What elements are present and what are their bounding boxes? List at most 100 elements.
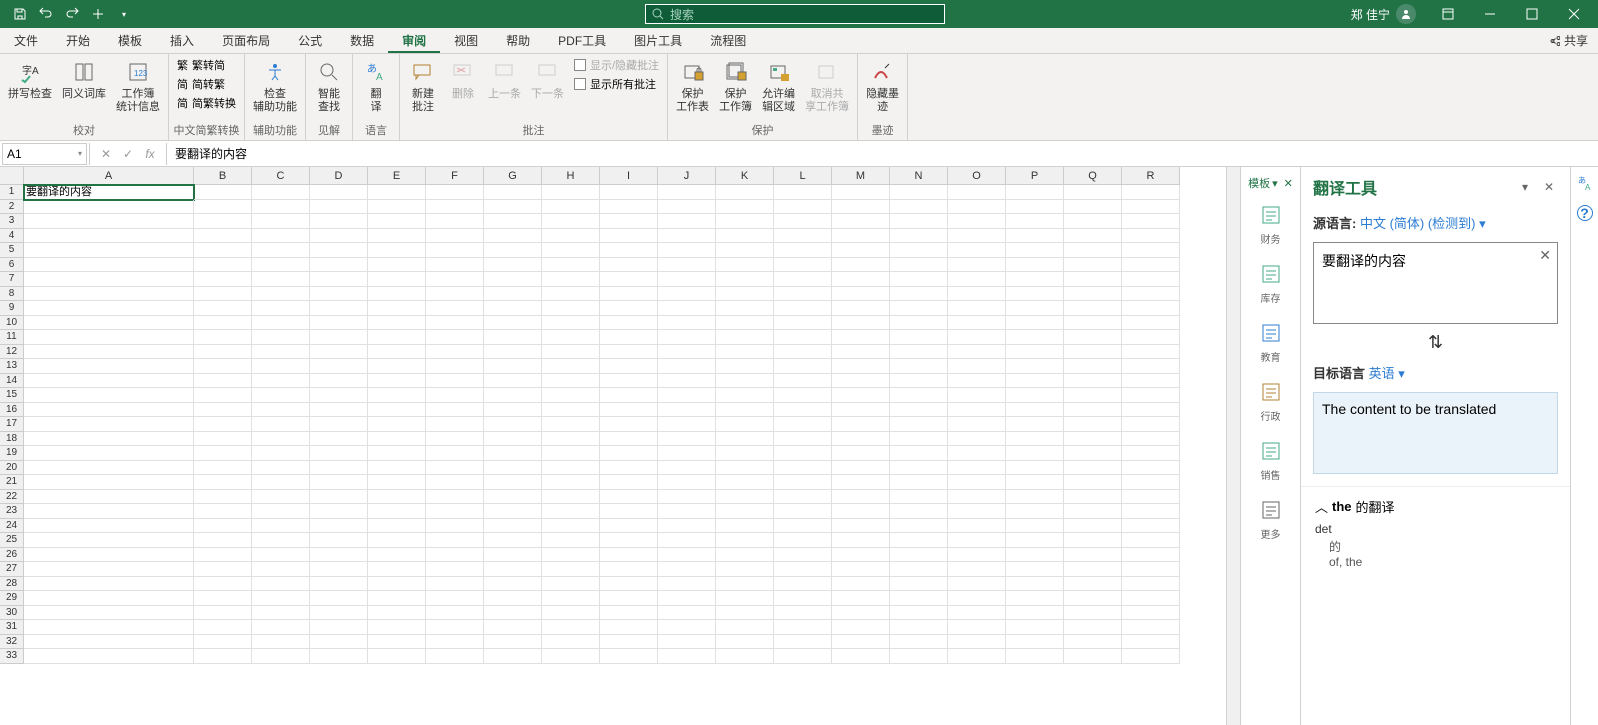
redo-button[interactable]: [62, 4, 82, 24]
cell[interactable]: [890, 548, 948, 563]
cell[interactable]: [24, 620, 194, 635]
cell[interactable]: [774, 606, 832, 621]
cell[interactable]: [368, 577, 426, 592]
cell[interactable]: [1006, 606, 1064, 621]
row-header[interactable]: 24: [0, 519, 24, 534]
swap-languages-button[interactable]: ⇅: [1301, 328, 1570, 357]
cell[interactable]: [774, 446, 832, 461]
cell[interactable]: [542, 635, 600, 650]
cell[interactable]: [716, 577, 774, 592]
cell[interactable]: [426, 359, 484, 374]
cell[interactable]: [252, 620, 310, 635]
cell[interactable]: [774, 649, 832, 664]
cell[interactable]: [1006, 258, 1064, 273]
cell[interactable]: [310, 345, 368, 360]
cell[interactable]: [600, 301, 658, 316]
cell[interactable]: [252, 606, 310, 621]
cell[interactable]: [1064, 374, 1122, 389]
cell[interactable]: [600, 432, 658, 447]
cell[interactable]: [1006, 649, 1064, 664]
cell[interactable]: [774, 301, 832, 316]
cell[interactable]: [426, 374, 484, 389]
cell[interactable]: [426, 258, 484, 273]
row-header[interactable]: 20: [0, 461, 24, 476]
thesaurus-button[interactable]: 同义词库: [58, 56, 110, 103]
cell[interactable]: [368, 519, 426, 534]
cell[interactable]: [948, 533, 1006, 548]
cell[interactable]: [368, 649, 426, 664]
cell[interactable]: [600, 243, 658, 258]
side-tab-行政[interactable]: 行政: [1253, 372, 1289, 431]
cell[interactable]: [24, 272, 194, 287]
cell[interactable]: [658, 243, 716, 258]
cell[interactable]: [1006, 533, 1064, 548]
cell[interactable]: [1006, 272, 1064, 287]
cell[interactable]: [716, 649, 774, 664]
cell[interactable]: [890, 649, 948, 664]
cell[interactable]: [368, 243, 426, 258]
cell[interactable]: [832, 446, 890, 461]
cell[interactable]: [600, 287, 658, 302]
cell[interactable]: [948, 432, 1006, 447]
cell[interactable]: [542, 475, 600, 490]
row-header[interactable]: 15: [0, 388, 24, 403]
cell[interactable]: [716, 258, 774, 273]
cell[interactable]: [252, 200, 310, 215]
cell[interactable]: [600, 374, 658, 389]
cell[interactable]: [716, 200, 774, 215]
cell[interactable]: [1122, 519, 1180, 534]
row-header[interactable]: 2: [0, 200, 24, 215]
cell[interactable]: [252, 533, 310, 548]
cell[interactable]: [948, 461, 1006, 476]
cell[interactable]: [1122, 475, 1180, 490]
cell[interactable]: [774, 229, 832, 244]
cell[interactable]: [1006, 591, 1064, 606]
cell[interactable]: [890, 258, 948, 273]
cell[interactable]: [1006, 548, 1064, 563]
cell[interactable]: [426, 301, 484, 316]
cell[interactable]: [1006, 374, 1064, 389]
cell[interactable]: [658, 272, 716, 287]
cell[interactable]: [774, 272, 832, 287]
cell[interactable]: [368, 388, 426, 403]
enter-formula-button[interactable]: ✓: [118, 147, 138, 161]
cell[interactable]: [484, 533, 542, 548]
cell[interactable]: [774, 577, 832, 592]
cell[interactable]: [1122, 330, 1180, 345]
cell[interactable]: [716, 475, 774, 490]
cell[interactable]: [948, 591, 1006, 606]
cell[interactable]: [194, 620, 252, 635]
cell[interactable]: [252, 519, 310, 534]
cell[interactable]: [484, 403, 542, 418]
close-button[interactable]: [1554, 0, 1594, 28]
cell[interactable]: [1006, 504, 1064, 519]
cell[interactable]: [832, 200, 890, 215]
cell[interactable]: [24, 229, 194, 244]
cell[interactable]: [1006, 229, 1064, 244]
pane-options-button[interactable]: ▾: [1516, 178, 1534, 196]
cell[interactable]: [24, 403, 194, 418]
cell[interactable]: [658, 548, 716, 563]
cell[interactable]: [484, 243, 542, 258]
cell[interactable]: [542, 606, 600, 621]
cell[interactable]: [24, 374, 194, 389]
cell[interactable]: [716, 345, 774, 360]
cell[interactable]: [194, 533, 252, 548]
cell[interactable]: [310, 635, 368, 650]
column-header[interactable]: P: [1006, 167, 1064, 185]
cell[interactable]: [1122, 548, 1180, 563]
cell[interactable]: [774, 388, 832, 403]
workbook-stats-button[interactable]: 123工作簿 统计信息: [112, 56, 164, 116]
cell[interactable]: [658, 214, 716, 229]
cell[interactable]: [716, 243, 774, 258]
cell[interactable]: [890, 490, 948, 505]
cell[interactable]: [368, 330, 426, 345]
cell[interactable]: [484, 417, 542, 432]
cell[interactable]: [600, 345, 658, 360]
cell[interactable]: [716, 504, 774, 519]
cell[interactable]: [194, 200, 252, 215]
cell[interactable]: [310, 243, 368, 258]
cell[interactable]: [948, 562, 1006, 577]
cell[interactable]: [1006, 519, 1064, 534]
row-header[interactable]: 8: [0, 287, 24, 302]
